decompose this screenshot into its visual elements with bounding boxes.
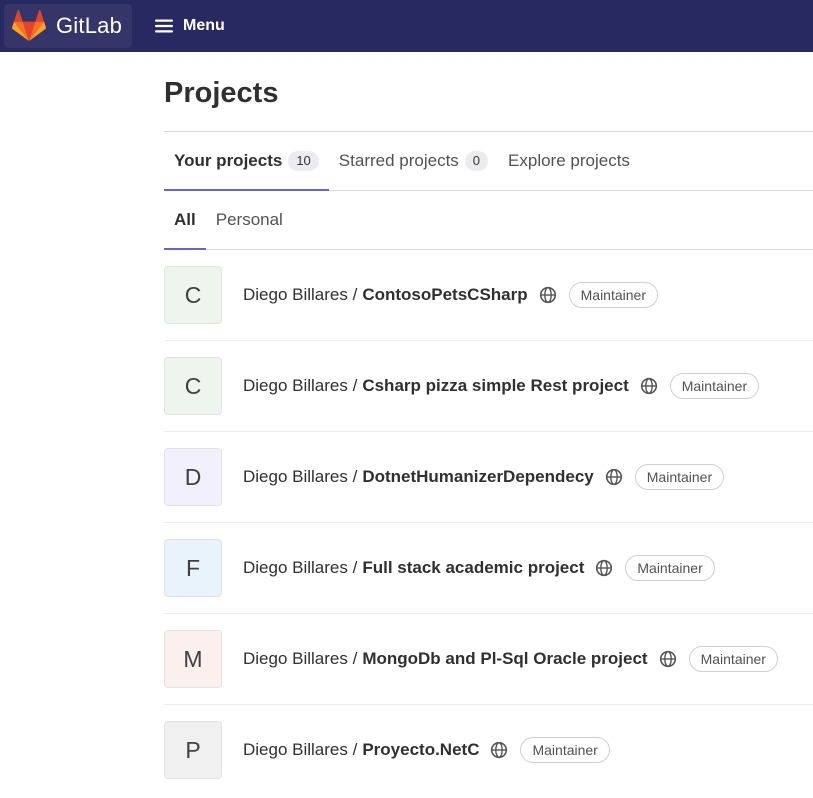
hamburger-icon — [155, 19, 174, 33]
globe-icon — [539, 286, 556, 304]
project-namespace[interactable]: Diego Billares / — [243, 649, 357, 669]
tab-label: Personal — [215, 210, 283, 229]
project-avatar[interactable]: F — [164, 539, 222, 597]
role-badge: Maintainer — [568, 282, 658, 308]
count-badge: 0 — [464, 151, 489, 171]
project-avatar[interactable]: M — [164, 630, 222, 688]
role-badge: Maintainer — [634, 464, 725, 490]
role-badge: Maintainer — [669, 373, 760, 399]
project-avatar[interactable]: D — [164, 448, 222, 506]
project-list: C Diego Billares / ContosoPetsCSharp Mai… — [164, 250, 813, 795]
project-name-link[interactable]: MongoDb and Pl-Sql Oracle project — [362, 649, 647, 669]
project-row: C Diego Billares / Csharp pizza simple R… — [164, 341, 813, 432]
tab-explore-projects[interactable]: Explore projects — [498, 132, 640, 190]
project-avatar[interactable]: P — [164, 721, 222, 779]
project-row: M Diego Billares / MongoDb and Pl-Sql Or… — [164, 614, 813, 705]
tab-all[interactable]: All — [164, 191, 206, 250]
count-badge: 10 — [288, 151, 319, 171]
tab-personal[interactable]: Personal — [206, 191, 293, 249]
tab-label: All — [174, 210, 196, 229]
project-row: P Diego Billares / Proyecto.NetC Maintai… — [164, 705, 813, 795]
globe-icon — [640, 377, 657, 395]
menu-label: Menu — [183, 17, 225, 34]
tab-label: Starred projects — [338, 151, 459, 170]
project-name-link[interactable]: Proyecto.NetC — [362, 740, 479, 760]
tab-label: Explore projects — [508, 151, 630, 170]
project-name-link[interactable]: Full stack academic project — [362, 558, 584, 578]
project-avatar[interactable]: C — [164, 266, 222, 324]
role-badge: Maintainer — [688, 646, 778, 672]
role-badge: Maintainer — [520, 737, 610, 763]
tab-label: Your projects — [174, 151, 283, 170]
project-row: D Diego Billares / DotnetHumanizerDepend… — [164, 432, 813, 523]
globe-icon — [605, 468, 622, 486]
project-row: F Diego Billares / Full stack academic p… — [164, 523, 813, 614]
project-name-link[interactable]: Csharp pizza simple Rest project — [362, 376, 628, 396]
tab-starred-projects[interactable]: Starred projects 0 — [329, 132, 498, 190]
globe-icon — [491, 741, 508, 759]
project-row: C Diego Billares / ContosoPetsCSharp Mai… — [164, 250, 813, 341]
globe-icon — [596, 559, 613, 577]
role-badge: Maintainer — [625, 555, 715, 581]
top-navbar: GitLab Menu — [0, 0, 813, 52]
menu-button[interactable]: Menu — [154, 16, 225, 36]
project-namespace[interactable]: Diego Billares / — [243, 558, 357, 578]
filter-tabs: All Personal — [164, 191, 813, 250]
project-tabs: Your projects 10 Starred projects 0 Expl… — [164, 131, 813, 191]
gitlab-home-link[interactable]: GitLab — [4, 4, 133, 48]
page-title: Projects — [164, 77, 279, 109]
project-namespace[interactable]: Diego Billares / — [243, 740, 357, 760]
project-namespace[interactable]: Diego Billares / — [243, 376, 357, 396]
main-content: Projects Your projects 10 Starred projec… — [164, 52, 813, 795]
project-name-link[interactable]: DotnetHumanizerDependecy — [362, 467, 593, 487]
project-avatar[interactable]: C — [164, 357, 222, 415]
tab-your-projects[interactable]: Your projects 10 — [164, 132, 329, 191]
gitlab-logo-icon — [12, 10, 46, 42]
project-namespace[interactable]: Diego Billares / — [243, 467, 357, 487]
globe-icon — [659, 650, 676, 668]
gitlab-logo-text: GitLab — [56, 13, 123, 38]
project-namespace[interactable]: Diego Billares / — [243, 285, 357, 305]
project-name-link[interactable]: ContosoPetsCSharp — [362, 285, 527, 305]
